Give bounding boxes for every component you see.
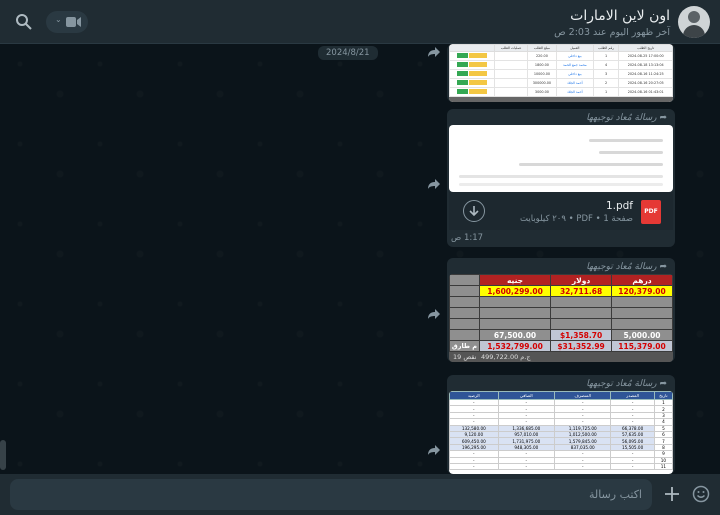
download-button[interactable] [463,200,485,222]
currency-header: دولار [550,274,613,286]
orders-col-header: العميل [556,44,594,52]
avatar[interactable] [678,6,710,38]
orders-col-header: مبلغ الطلب [526,44,558,52]
forwarded-label: ➦ رسالة مُعاد توجيهها [586,113,667,123]
search-icon[interactable] [14,12,34,32]
video-call-button[interactable]: ⌄ [46,11,88,33]
chevron-down-icon: ⌄ [55,15,62,24]
last-seen: آخر ظهور اليوم عند 2:03 ص [554,27,670,38]
forward-icon[interactable] [426,442,442,458]
contact-name[interactable]: اون لاين الامارات [570,8,670,24]
table-row: 220.00 بيع داخلي 1 2024-08-25 17:00:00 [449,51,673,61]
composer-bar [0,474,720,515]
currency-header: درهم [611,274,673,286]
image-bottom-strip [449,97,673,102]
forwarded-label: ➦ رسالة مُعاد توجيهها [586,379,667,389]
video-call-icon [66,17,81,27]
emoji-icon[interactable] [692,485,710,503]
table-row: - - - -11 [449,462,673,471]
ledger-sheet-image[interactable]: الرصيد الصافي المنصرف المصدر تاريخ ----1… [449,391,673,474]
pdf-file-info[interactable]: PDF 1.pdf صفحة 1 • PDF • ٢٠٩ كيلوبايت [449,192,673,230]
forwarded-label: ➦ رسالة مُعاد توجيهها [586,262,667,272]
orders-col-header: تاريخ الطلب [618,44,673,52]
message-bubble-image-2[interactable]: ➦ رسالة مُعاد توجيهها جنيه دولار درهم 1,… [447,258,675,362]
orders-table-image[interactable]: عمليات الطلب مبلغ الطلب العميل رقم الطلب… [449,44,673,102]
scrollbar[interactable] [0,440,6,470]
orders-table: عمليات الطلب مبلغ الطلب العميل رقم الطلب… [449,44,673,97]
pdf-file-details: صفحة 1 • PDF • ٢٠٩ كيلوبايت [520,214,633,224]
message-time: 1:17 ص [451,233,484,243]
message-bubble-pdf[interactable]: ➦ رسالة مُعاد توجيهها PDF 1.pdf صفحة 1 •… [447,109,675,247]
forward-icon[interactable] [426,44,442,60]
pdf-file-icon: PDF [641,200,661,224]
pdf-preview[interactable] [449,125,673,192]
attach-plus-icon[interactable] [662,484,682,504]
currency-sheet-image[interactable]: جنيه دولار درهم 1,600,299.00 32,711.68 1… [449,274,673,362]
currency-header: جنيه [478,274,552,286]
forwarded-icon: ➦ [656,379,667,389]
pdf-file-name: 1.pdf [605,200,633,212]
table-row: 10000.00 بيع داخلي 3 2024-08-16 11:24:25 [449,69,673,79]
table-row: 1800.00 محمد جمع الحمد 4 2024-08-18 13:13:… [449,60,673,70]
forward-icon[interactable] [426,306,442,322]
orders-col-header: عمليات الطلب [494,44,528,52]
download-icon [469,206,479,217]
message-bubble-image-3[interactable]: ➦ رسالة مُعاد توجيهها الرصيد الصافي المن… [447,375,675,474]
forwarded-icon: ➦ [656,262,667,272]
ledger-table: الرصيد الصافي المنصرف المصدر تاريخ ----1… [449,391,673,471]
avatar-head [688,11,700,23]
currency-table: جنيه دولار درهم 1,600,299.00 32,711.68 1… [449,274,673,352]
forward-icon[interactable] [426,176,442,192]
chat-header[interactable]: اون لاين الامارات آخر ظهور اليوم عند 2:0… [0,0,720,44]
sheet-footer: 19 نقص ج.م 499,722.00 [449,352,673,362]
date-chip: 2024/8/21 [318,46,378,60]
table-row: 300000.00 أحمد الجلاد 2 2024-08-16 20:27:0… [449,78,673,88]
table-row: 3000.00 أحمد الجلاد 1 2024-08-16 01:43:01 [449,87,673,97]
conversation-panel[interactable]: 2024/8/21 عمليات الطلب مبلغ الطلب العميل… [0,44,720,474]
message-bubble-image-1[interactable]: عمليات الطلب مبلغ الطلب العميل رقم الطلب… [447,44,675,102]
orders-col-header: رقم الطلب [592,44,620,52]
avatar-body [683,25,705,38]
message-input[interactable] [10,479,652,510]
forwarded-icon: ➦ [656,113,667,123]
